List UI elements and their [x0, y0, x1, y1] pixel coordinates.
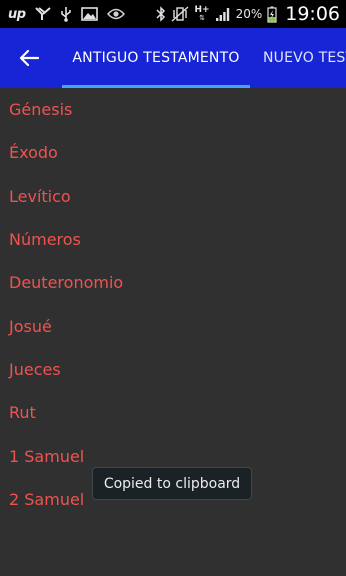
up-icon: up [8, 6, 26, 22]
book-item-jueces[interactable]: Jueces [0, 348, 346, 391]
signal-icon [215, 7, 231, 22]
status-bar-left: up [8, 6, 125, 22]
app-bar: ANTIGUO TESTAMENTO NUEVO TESTAMENTO [0, 28, 346, 88]
arrow-left-icon [19, 49, 39, 67]
usb-icon [60, 6, 72, 22]
book-item-rut[interactable]: Rut [0, 391, 346, 434]
book-item-numeros[interactable]: Números [0, 218, 346, 261]
book-item-exodo[interactable]: Éxodo [0, 131, 346, 174]
book-list: Génesis Éxodo Levítico Números Deuterono… [0, 88, 346, 521]
data-arrows-icon: ⇅ [199, 14, 205, 22]
testament-tabs: ANTIGUO TESTAMENTO NUEVO TESTAMENTO [62, 28, 346, 88]
back-button[interactable] [12, 42, 46, 74]
status-bar-right: H+ ⇅ 20% 19:06 [156, 3, 340, 25]
clock: 19:06 [285, 3, 340, 25]
vibrate-mute-icon [171, 6, 189, 22]
book-item-genesis[interactable]: Génesis [0, 88, 346, 131]
battery-percent: 20% [235, 7, 263, 21]
network-type-icon: H+ ⇅ [194, 5, 210, 23]
y-logo-icon [34, 7, 51, 21]
network-type-label: H+ [194, 5, 210, 15]
toast-message: Copied to clipboard [92, 467, 252, 500]
eye-icon [106, 8, 125, 20]
status-bar: up H+ ⇅ 20% 19:06 [0, 0, 346, 28]
bluetooth-icon [156, 6, 166, 22]
book-item-levitico[interactable]: Levítico [0, 175, 346, 218]
book-item-josue[interactable]: Josué [0, 304, 346, 347]
image-icon [80, 7, 98, 21]
tab-nuevo-testamento[interactable]: NUEVO TESTAMENTO [250, 28, 346, 88]
battery-charging-icon [267, 6, 277, 23]
tab-antiguo-testamento[interactable]: ANTIGUO TESTAMENTO [62, 28, 250, 88]
book-item-deuteronomio[interactable]: Deuteronomio [0, 261, 346, 304]
